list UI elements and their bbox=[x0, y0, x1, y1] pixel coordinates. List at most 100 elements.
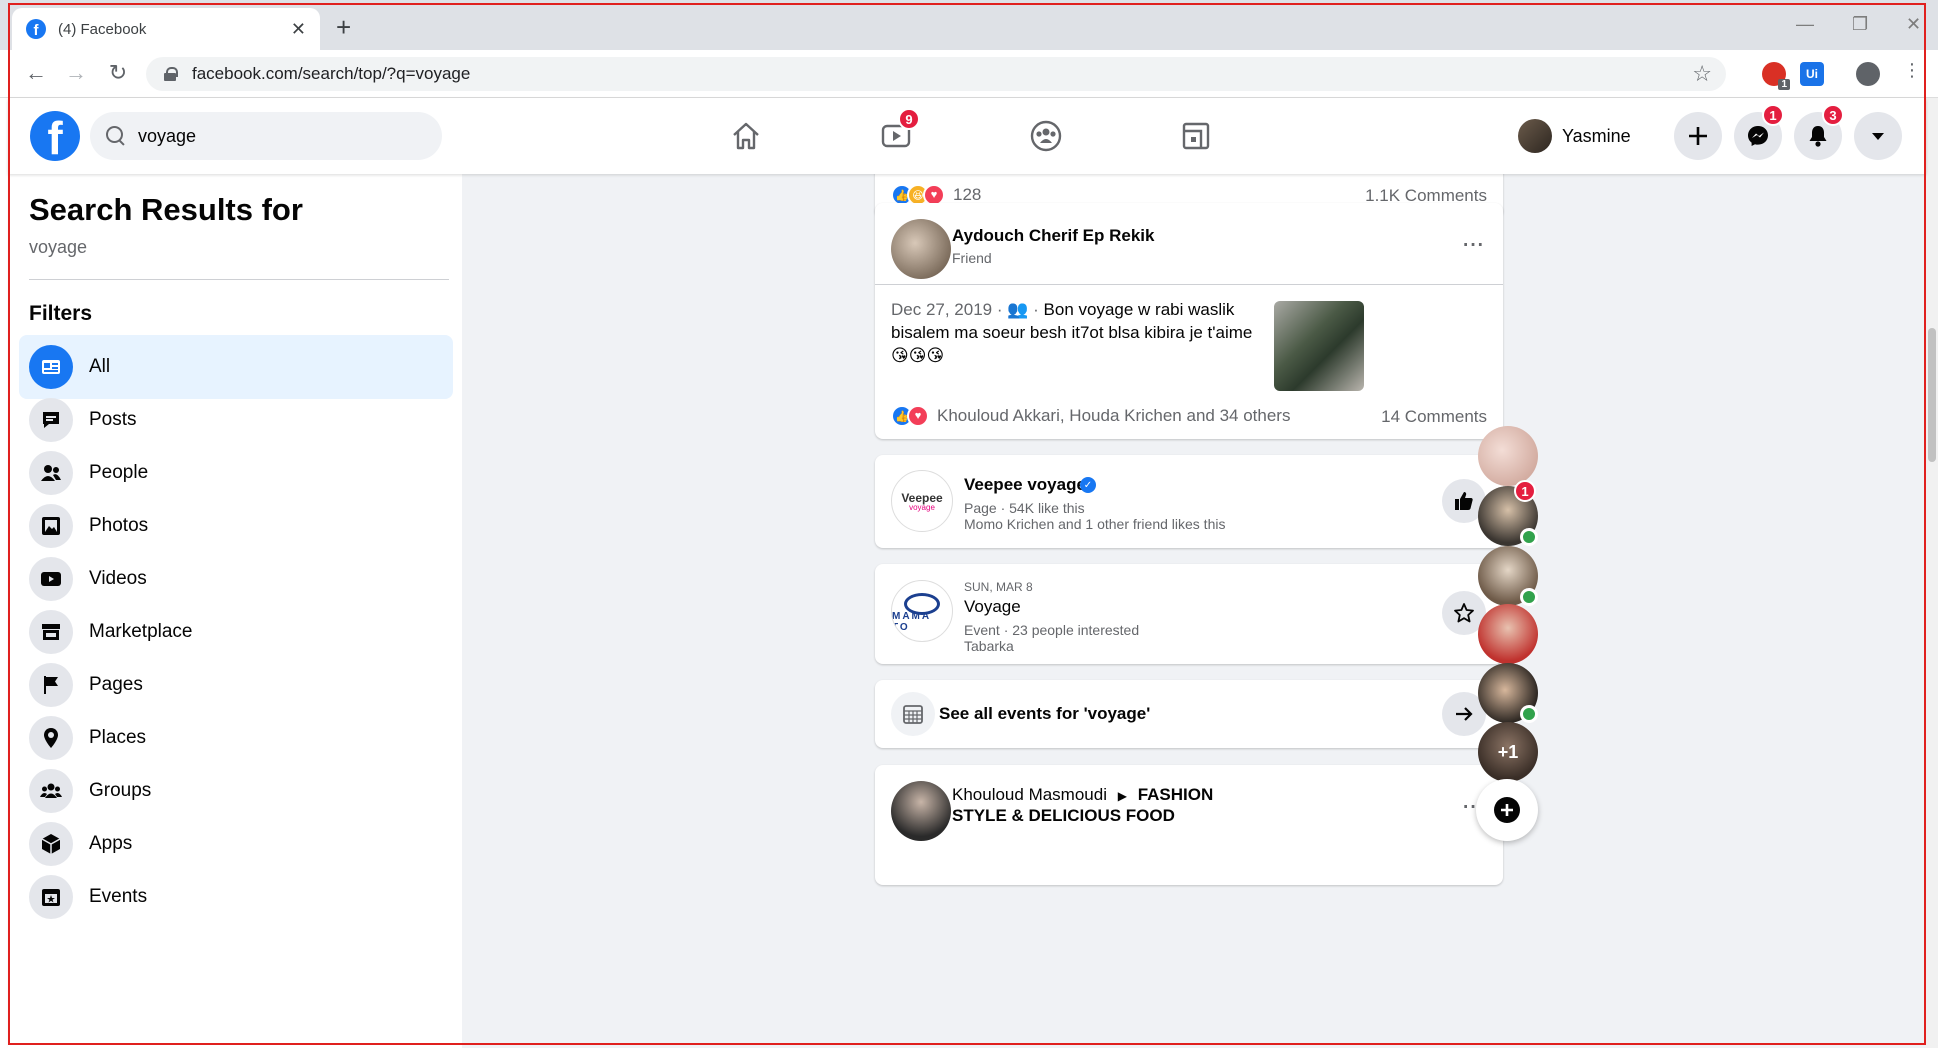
apps-icon bbox=[29, 822, 73, 866]
event-meta: Event · 23 people interested bbox=[964, 622, 1140, 638]
filter-label: Pages bbox=[89, 674, 143, 695]
more-options-icon[interactable]: ··· bbox=[1461, 229, 1485, 257]
caret-right-icon: ▶ bbox=[1117, 789, 1127, 803]
contact-avatar[interactable] bbox=[1478, 426, 1538, 486]
see-all-events-card[interactable]: See all events for 'voyage' bbox=[875, 680, 1503, 748]
profile-chip[interactable]: Yasmine bbox=[1518, 114, 1631, 158]
watch-badge: 9 bbox=[898, 108, 920, 130]
search-box[interactable] bbox=[90, 112, 442, 160]
bookmark-star-icon[interactable]: ☆ bbox=[1692, 61, 1712, 87]
page-result-card[interactable]: Veepee voyage Veepee voyage ✓ Page · 54K… bbox=[875, 455, 1503, 548]
contact-avatar[interactable] bbox=[1478, 546, 1538, 606]
calendar-button bbox=[891, 692, 935, 736]
close-tab-icon[interactable]: ✕ bbox=[291, 19, 306, 40]
lock-icon bbox=[164, 67, 178, 81]
forward-arrow-icon[interactable]: → bbox=[62, 60, 90, 86]
contact-message-badge: 1 bbox=[1514, 480, 1536, 502]
avatar[interactable] bbox=[891, 781, 951, 841]
back-arrow-icon[interactable]: ← bbox=[22, 60, 50, 86]
facebook-logo-icon[interactable]: f bbox=[30, 111, 80, 161]
home-icon bbox=[733, 122, 759, 150]
close-window-icon[interactable]: ✕ bbox=[1906, 14, 1921, 35]
groups-nav-icon bbox=[1030, 120, 1062, 152]
reload-icon[interactable]: ↻ bbox=[104, 60, 132, 86]
filter-label: Posts bbox=[89, 409, 137, 430]
page-meta: Page · 54K like this bbox=[964, 500, 1085, 516]
scrollbar-thumb[interactable] bbox=[1928, 328, 1936, 462]
page-title: Search Results for bbox=[29, 192, 303, 227]
watch-nav-button[interactable]: 9 bbox=[870, 108, 922, 162]
notifications-badge: 3 bbox=[1822, 104, 1844, 126]
notifications-button[interactable]: 3 bbox=[1794, 104, 1844, 160]
browser-tab[interactable]: f (4) Facebook ✕ bbox=[12, 8, 320, 50]
page-name[interactable]: Veepee voyage bbox=[964, 475, 1086, 495]
gaming-nav-button[interactable] bbox=[1170, 110, 1222, 162]
page-logo: Veepee voyage bbox=[891, 470, 953, 532]
search-input[interactable] bbox=[138, 125, 418, 147]
address-bar[interactable]: facebook.com/search/top/?q=voyage ☆ bbox=[146, 57, 1726, 91]
page-scrollbar[interactable] bbox=[1926, 98, 1938, 1048]
events-icon bbox=[29, 875, 73, 919]
arrow-right-icon bbox=[1456, 707, 1473, 721]
new-tab-button[interactable]: + bbox=[336, 14, 351, 40]
contact-avatar[interactable] bbox=[1478, 604, 1538, 664]
avatar bbox=[1518, 119, 1552, 153]
contact-avatar[interactable] bbox=[1478, 663, 1538, 723]
event-location: Tabarka bbox=[964, 638, 1014, 654]
event-name[interactable]: Voyage bbox=[964, 597, 1021, 617]
reactors-text: Khouloud Akkari, Houda Krichen and 34 ot… bbox=[937, 406, 1291, 425]
pin-icon bbox=[29, 716, 73, 760]
divider bbox=[875, 284, 1503, 285]
minimize-icon[interactable]: — bbox=[1796, 14, 1814, 35]
plus-icon bbox=[1689, 127, 1707, 145]
online-indicator bbox=[1520, 705, 1538, 723]
new-message-button[interactable] bbox=[1476, 779, 1538, 841]
filter-item-events[interactable]: Events bbox=[19, 865, 453, 929]
extension-red-icon[interactable]: 1 bbox=[1762, 62, 1790, 90]
post-thumbnail[interactable] bbox=[1274, 301, 1364, 391]
post-author[interactable]: Aydouch Cherif Ep Rekik bbox=[952, 226, 1154, 246]
filter-label: Videos bbox=[89, 568, 147, 589]
post-date[interactable]: Dec 27, 2019 bbox=[891, 300, 992, 319]
star-icon bbox=[1454, 603, 1474, 623]
filter-label: People bbox=[89, 462, 149, 483]
comments-count[interactable]: 14 Comments bbox=[1381, 407, 1487, 427]
account-menu-button[interactable] bbox=[1854, 112, 1902, 160]
avatar[interactable] bbox=[891, 219, 951, 279]
verified-badge-icon: ✓ bbox=[1080, 477, 1096, 493]
contact-avatar[interactable]: 1 bbox=[1478, 480, 1538, 546]
browser-tab-strip: f (4) Facebook ✕ + — ❐ ✕ bbox=[0, 0, 1938, 50]
groups-nav-button[interactable] bbox=[1020, 110, 1072, 162]
messenger-button[interactable]: 1 bbox=[1734, 104, 1784, 160]
url-text: facebook.com/search/top/?q=voyage bbox=[192, 64, 471, 83]
more-contacts-button[interactable]: +1 bbox=[1478, 722, 1538, 782]
user-name: Yasmine bbox=[1562, 125, 1631, 146]
home-nav-button[interactable] bbox=[720, 110, 772, 162]
post-author[interactable]: Khouloud Masmoudi bbox=[952, 785, 1107, 804]
browser-menu-icon[interactable]: ⋮ bbox=[1898, 60, 1926, 81]
photos-icon bbox=[29, 504, 73, 548]
filter-label: Apps bbox=[89, 833, 133, 854]
extension-ui-label: Ui bbox=[1806, 67, 1818, 81]
online-indicator bbox=[1520, 528, 1538, 546]
restore-icon[interactable]: ❐ bbox=[1852, 14, 1868, 35]
marketplace-icon bbox=[29, 610, 73, 654]
post-card: Khouloud Masmoudi ▶ FASHION STYLE & DELI… bbox=[875, 765, 1503, 885]
flag-icon bbox=[29, 663, 73, 707]
page-logo-subtext: voyage bbox=[909, 502, 935, 512]
thumbs-up-icon bbox=[1455, 492, 1473, 510]
chrome-profile-icon[interactable] bbox=[1856, 62, 1880, 86]
extension-ui-icon[interactable]: Ui bbox=[1800, 62, 1824, 86]
facebook-favicon-icon: f bbox=[26, 19, 46, 39]
filter-label: Groups bbox=[89, 780, 152, 801]
more-contacts-label: +1 bbox=[1497, 741, 1519, 762]
event-logo: MAMA TO bbox=[891, 580, 953, 642]
event-result-card[interactable]: MAMA TO SUN, MAR 8 Voyage Event · 23 peo… bbox=[875, 564, 1503, 664]
create-button[interactable] bbox=[1674, 112, 1722, 160]
friends-audience-icon: · 👥 · bbox=[996, 300, 1044, 319]
reactions-row[interactable]: 👍 ♥ Khouloud Akkari, Houda Krichen and 3… bbox=[891, 405, 1290, 427]
gaming-icon bbox=[1182, 122, 1210, 150]
caret-down-icon bbox=[1872, 133, 1884, 140]
search-query-text: voyage bbox=[29, 237, 88, 257]
facebook-header: f 9 Yasmine 1 3 bbox=[8, 98, 1926, 174]
